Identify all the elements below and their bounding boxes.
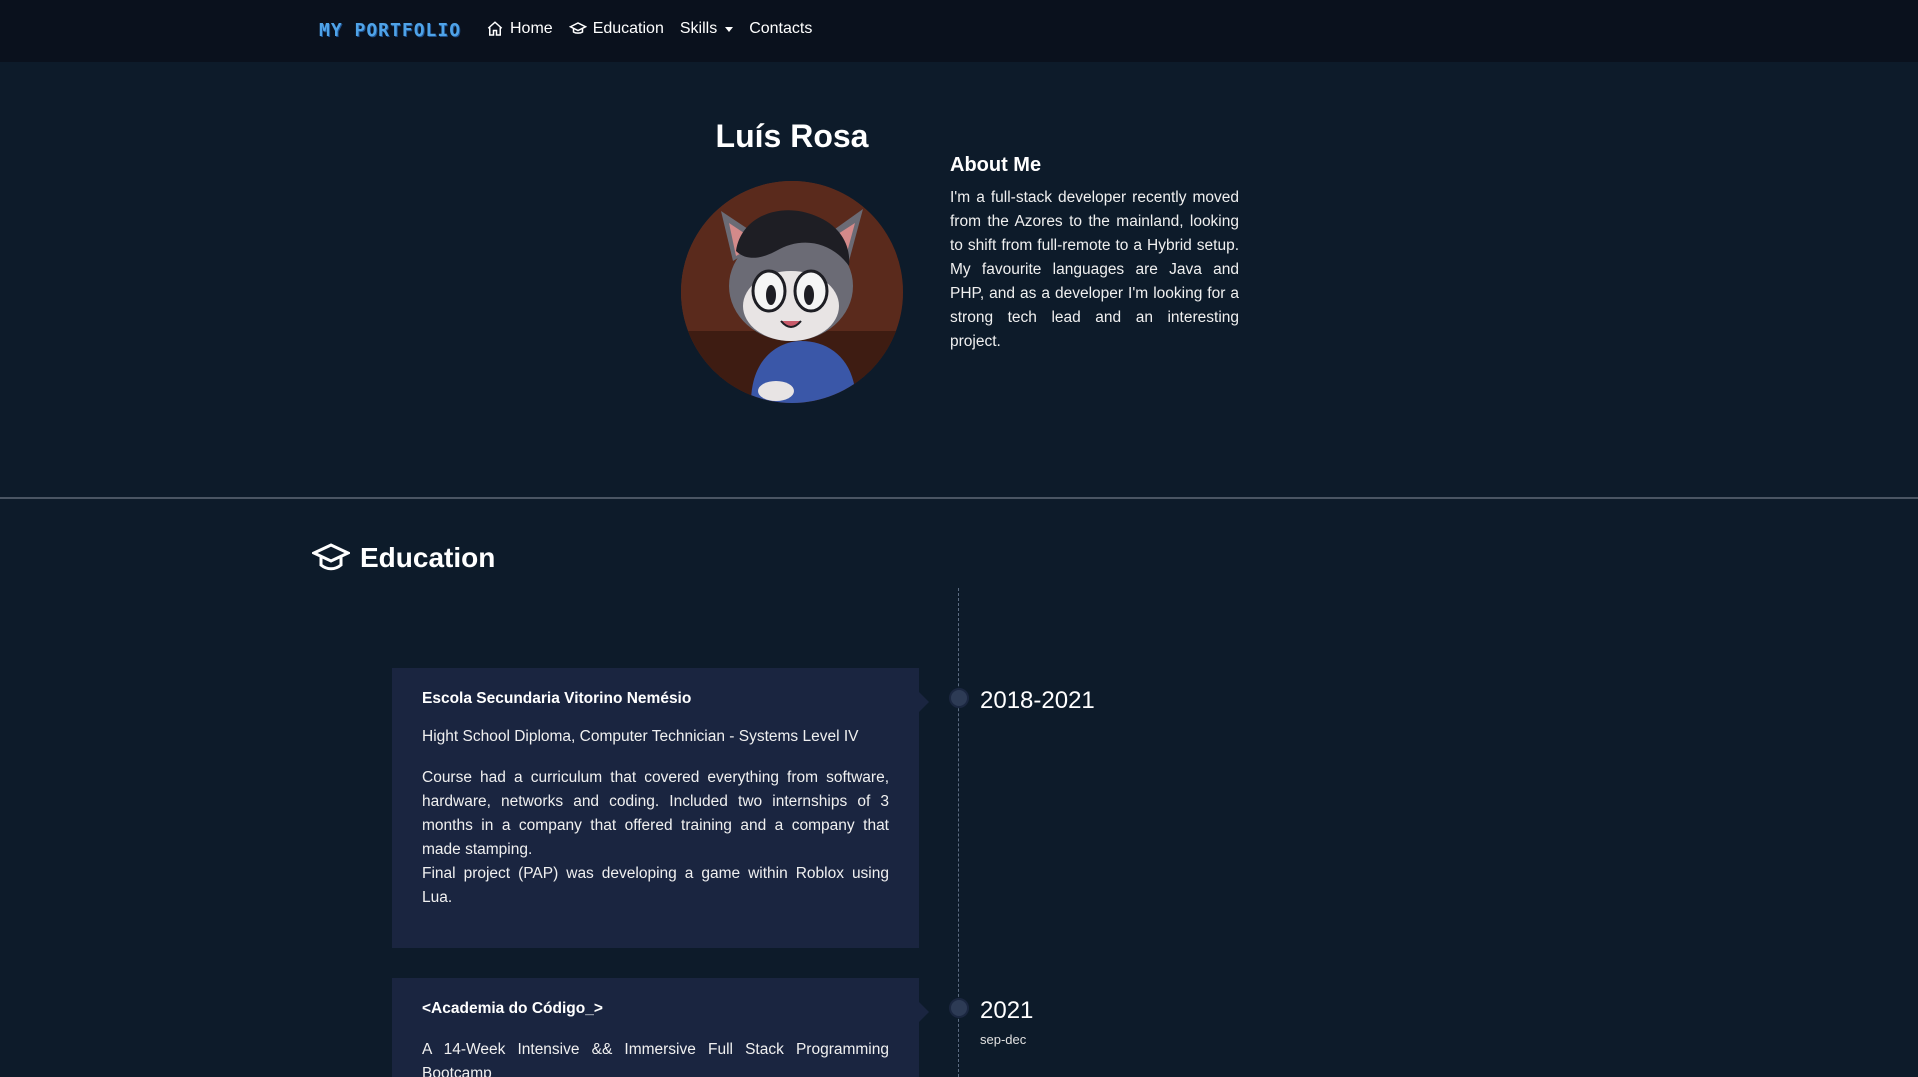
nav-education[interactable]: Education	[568, 20, 664, 38]
graduation-cap-icon	[568, 22, 587, 34]
navbar: MY PORTFOLIO Home Education Skills Conta…	[0, 0, 1918, 62]
nav-skills-label: Skills	[679, 20, 718, 37]
nav-links: Home Education Skills Contacts	[486, 20, 812, 38]
timeline-year: 2021	[980, 997, 1034, 1024]
nav-home-label: Home	[510, 20, 553, 37]
about-text: I'm a full-stack developer recently move…	[950, 189, 1239, 350]
timeline-period: sep-dec	[980, 1032, 1027, 1047]
timeline-dot	[949, 998, 969, 1018]
graduation-cap-icon	[312, 543, 350, 571]
education-card: <Academia do Código_> A 14-Week Intensiv…	[392, 978, 929, 1077]
about-title: About Me	[950, 154, 1042, 176]
education-degree: Hight School Diploma, Computer Technicia…	[422, 728, 859, 745]
education-description-2: Final project (PAP) was developing a gam…	[422, 865, 889, 906]
nav-contacts[interactable]: Contacts	[749, 20, 812, 38]
nav-contacts-label: Contacts	[749, 20, 813, 37]
home-icon	[487, 21, 503, 36]
avatar	[681, 181, 903, 403]
timeline-year: 2018-2021	[980, 687, 1095, 714]
education-heading-label: Education	[360, 542, 496, 573]
education-description: Course had a curriculum that covered eve…	[422, 769, 889, 858]
avatar-illustration	[681, 181, 903, 403]
nav-education-label: Education	[592, 20, 664, 37]
education-school: <Academia do Código_>	[422, 1000, 603, 1017]
brand-logo[interactable]: MY PORTFOLIO	[319, 20, 461, 41]
education-heading: Education	[312, 542, 495, 574]
chevron-down-icon	[725, 26, 734, 32]
education-card: Escola Secundaria Vitorino Nemésio Hight…	[392, 668, 929, 948]
timeline-dot	[949, 688, 969, 708]
nav-skills-dropdown[interactable]: Skills	[679, 20, 734, 38]
section-divider	[0, 497, 1918, 499]
education-school: Escola Secundaria Vitorino Nemésio	[422, 690, 692, 707]
hero-name: Luís Rosa	[715, 118, 869, 154]
nav-home[interactable]: Home	[486, 20, 553, 38]
education-degree: A 14-Week Intensive && Immersive Full St…	[422, 1041, 889, 1077]
